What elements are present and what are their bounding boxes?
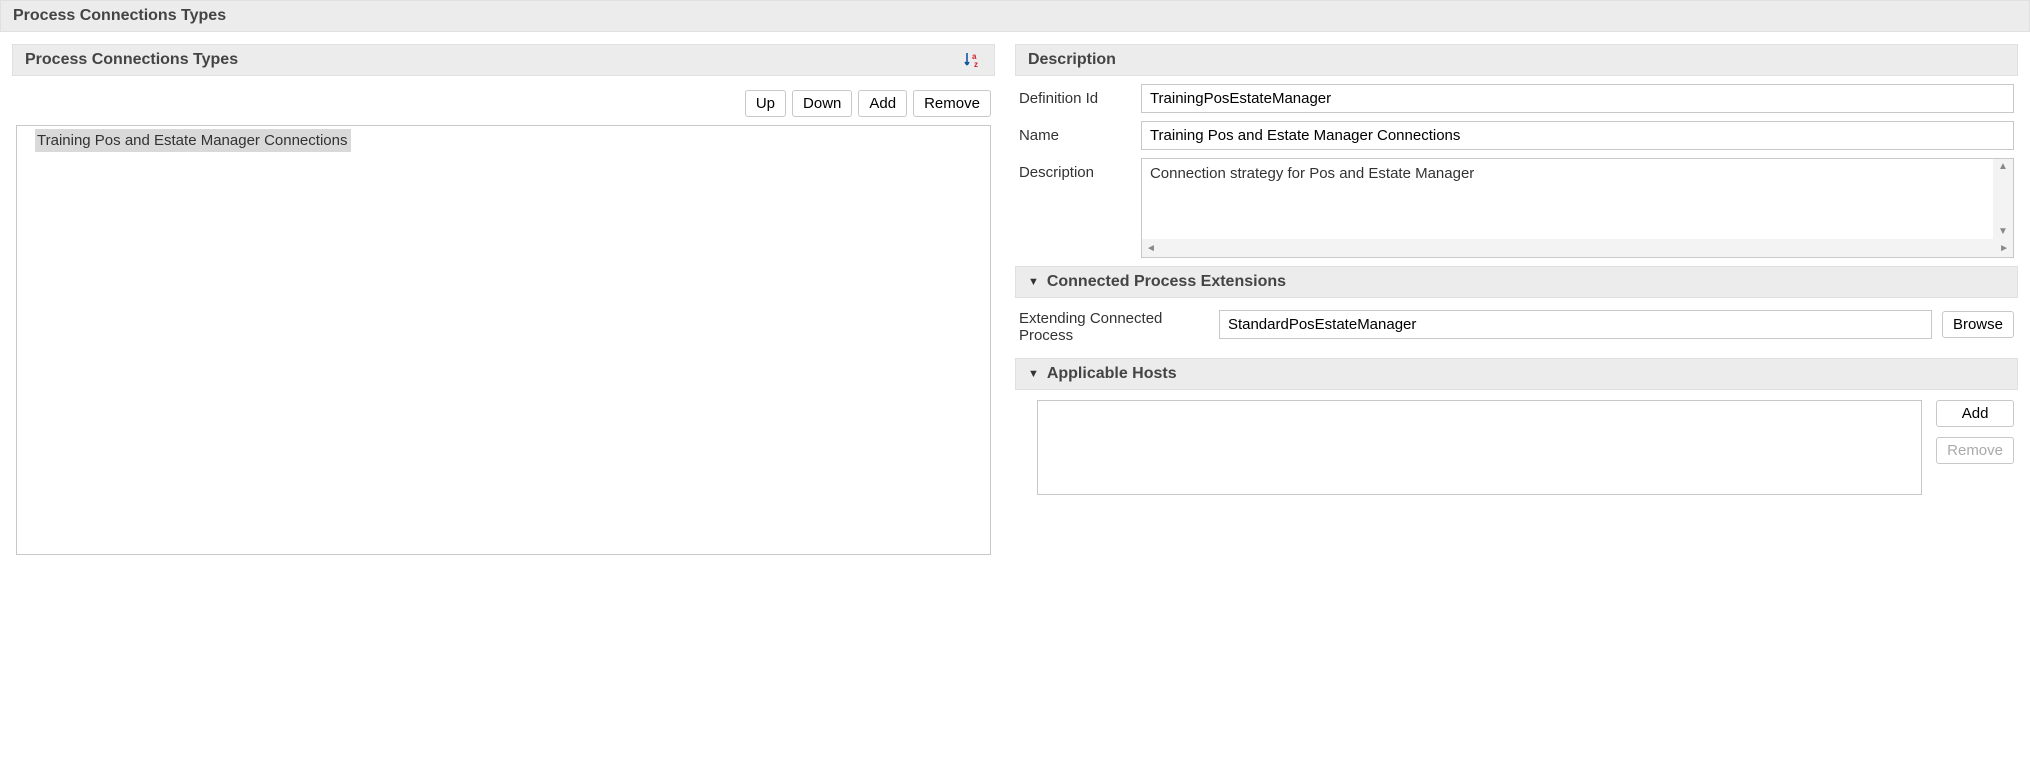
up-button[interactable]: Up (745, 90, 786, 117)
list-item[interactable]: Training Pos and Estate Manager Connecti… (35, 129, 351, 152)
svg-text:z: z (974, 60, 978, 69)
chevron-down-icon: ▼ (1028, 368, 1039, 380)
list-button-row: Up Down Add Remove (16, 90, 991, 117)
scroll-right-icon[interactable]: ► (1995, 241, 2013, 256)
scroll-up-icon[interactable]: ▲ (1994, 159, 2012, 174)
extensions-title: Connected Process Extensions (1047, 273, 1286, 291)
description-title: Description (1028, 51, 1116, 69)
extensions-header[interactable]: ▼ Connected Process Extensions (1015, 266, 2018, 298)
extending-process-field[interactable] (1219, 310, 1932, 339)
browse-button[interactable]: Browse (1942, 311, 2014, 338)
definition-id-label: Definition Id (1019, 84, 1129, 107)
add-button[interactable]: Add (858, 90, 907, 117)
remove-button[interactable]: Remove (913, 90, 991, 117)
scroll-left-icon[interactable]: ◄ (1142, 241, 1160, 256)
hosts-title: Applicable Hosts (1047, 365, 1177, 383)
extending-process-label: Extending Connected Process (1019, 304, 1209, 344)
description-header: Description (1015, 44, 2018, 76)
types-listbox[interactable]: Training Pos and Estate Manager Connecti… (16, 125, 991, 555)
definition-id-field[interactable] (1141, 84, 2014, 113)
left-section-header: Process Connections Types a z (12, 44, 995, 76)
horizontal-scrollbar[interactable]: ◄ ► (1142, 239, 2013, 257)
description-field[interactable]: Connection strategy for Pos and Estate M… (1141, 158, 2014, 258)
left-section-title: Process Connections Types (25, 51, 238, 69)
description-label: Description (1019, 158, 1129, 181)
right-pane: Description Definition Id Name Descripti… (1015, 44, 2018, 555)
hosts-add-button[interactable]: Add (1936, 400, 2014, 427)
vertical-scrollbar[interactable]: ▲ ▼ (1993, 159, 2013, 239)
scroll-down-icon[interactable]: ▼ (1994, 224, 2012, 239)
chevron-down-icon: ▼ (1028, 276, 1039, 288)
sort-az-icon[interactable]: a z (964, 51, 982, 69)
hosts-listbox[interactable] (1037, 400, 1922, 495)
page-title: Process Connections Types (0, 0, 2030, 32)
hosts-header[interactable]: ▼ Applicable Hosts (1015, 358, 2018, 390)
name-label: Name (1019, 121, 1129, 144)
down-button[interactable]: Down (792, 90, 852, 117)
left-pane: Process Connections Types a z Up Down Ad… (12, 44, 995, 555)
description-text[interactable]: Connection strategy for Pos and Estate M… (1142, 159, 1993, 239)
name-field[interactable] (1141, 121, 2014, 150)
hosts-remove-button[interactable]: Remove (1936, 437, 2014, 464)
